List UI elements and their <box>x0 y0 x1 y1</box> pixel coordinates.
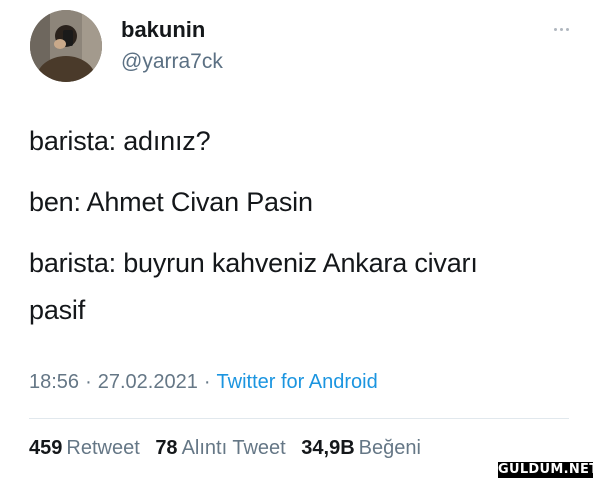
retweet-label: Retweet <box>66 437 140 459</box>
tweet-text-line: barista: buyrun kahveniz Ankara civarı <box>29 248 478 278</box>
more-dot <box>566 27 569 31</box>
watermark: GULDUM.NET <box>498 462 597 478</box>
quote-tweet-count: 78 <box>155 437 178 459</box>
tweet-date[interactable]: 27.02.2021 <box>98 371 198 393</box>
display-name[interactable]: bakunin <box>121 17 205 43</box>
retweet-stat[interactable]: 459 Retweet <box>29 437 140 459</box>
tweet-time[interactable]: 18:56 <box>29 371 79 393</box>
meta-separator: · <box>203 371 211 393</box>
more-horizontal-icon[interactable] <box>554 24 574 34</box>
user-handle[interactable]: @yarra7ck <box>121 50 223 74</box>
tweet-source-link[interactable]: Twitter for Android <box>217 371 378 393</box>
like-stat[interactable]: 34,9B Beğeni <box>301 437 421 459</box>
divider <box>29 418 569 419</box>
like-label: Beğeni <box>358 437 421 459</box>
tweet-card: bakunin @yarra7ck barista: adınız? ben: … <box>0 0 597 480</box>
avatar[interactable] <box>30 10 102 82</box>
like-count: 34,9B <box>301 437 355 459</box>
more-dot <box>554 27 557 31</box>
tweet-stats: 459 Retweet 78 Alıntı Tweet 34,9B Beğeni <box>29 437 431 460</box>
tweet-text-line: pasif <box>29 295 86 325</box>
quote-tweet-label: Alıntı Tweet <box>181 437 286 459</box>
retweet-count: 459 <box>29 437 63 459</box>
more-dot <box>560 27 563 31</box>
meta-separator: · <box>85 371 92 393</box>
tweet-meta: 18:56 · 27.02.2021 · Twitter for Android <box>29 371 378 394</box>
quote-tweet-stat[interactable]: 78 Alıntı Tweet <box>155 437 285 459</box>
tweet-text-line: barista: adınız? <box>29 126 211 156</box>
tweet-text-line: ben: Ahmet Civan Pasin <box>29 187 313 217</box>
